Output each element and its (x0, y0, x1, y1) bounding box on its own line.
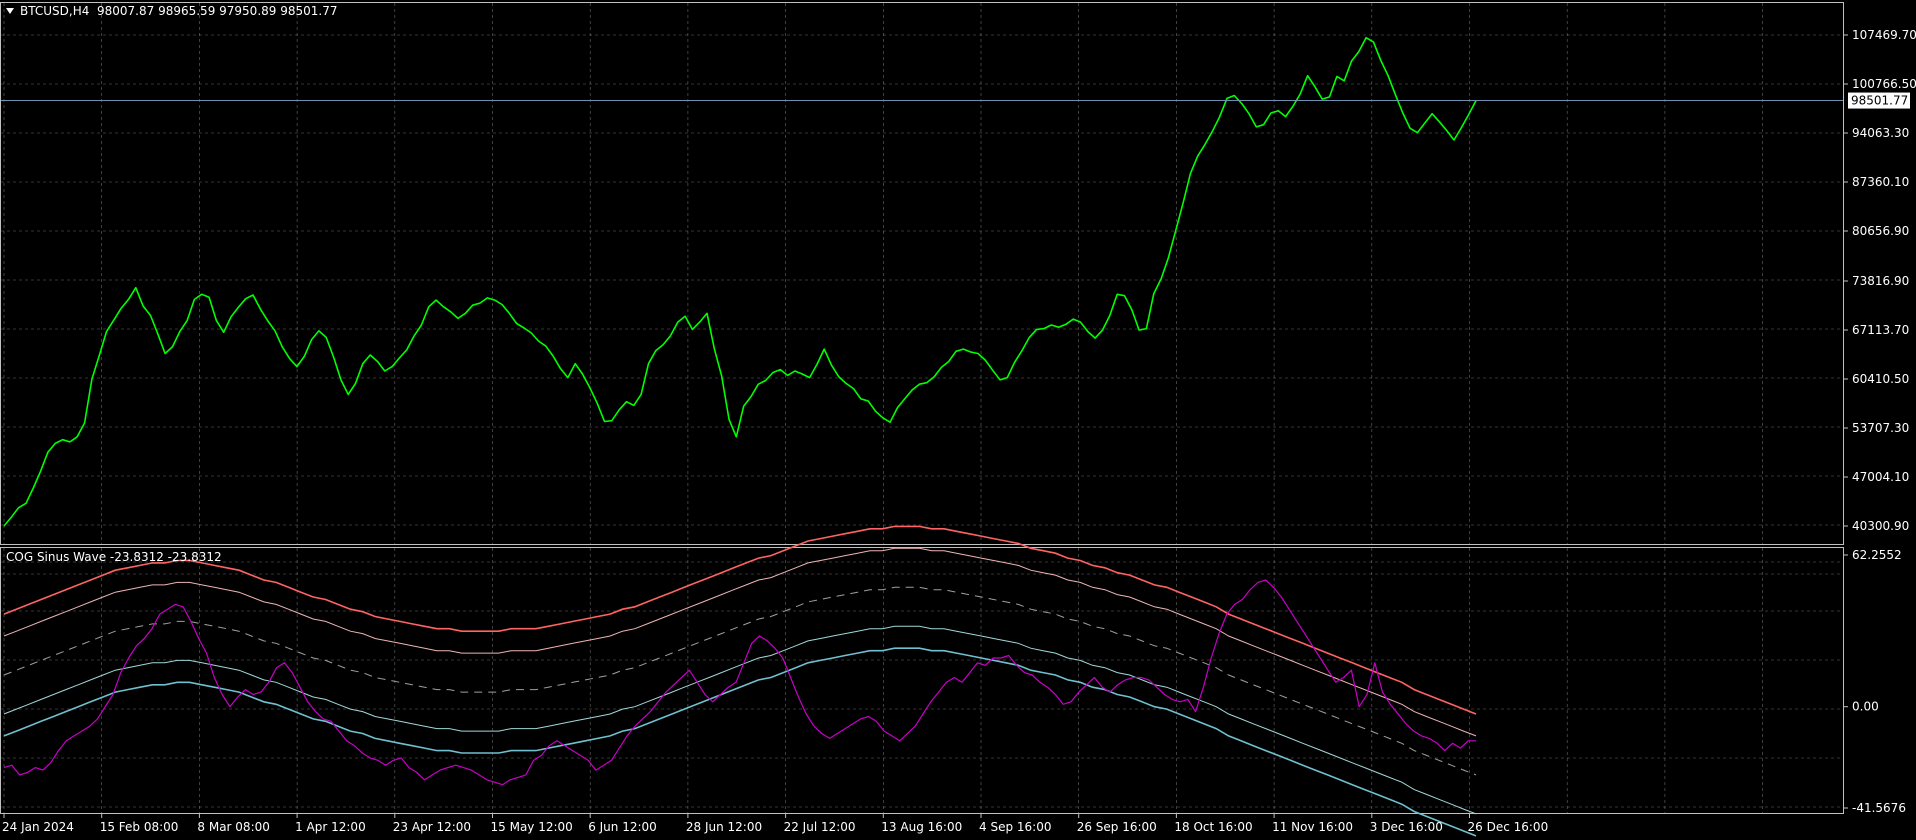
current-price-label: 98501.77 (1851, 94, 1908, 108)
time-label: 6 Jun 12:00 (588, 820, 657, 834)
indicator-tick-label: -41.5676 (1852, 801, 1906, 815)
time-label: 15 Feb 08:00 (100, 820, 179, 834)
time-label: 22 Jul 12:00 (784, 820, 856, 834)
price-tick-label: 73816.90 (1852, 274, 1909, 288)
band-lower (3, 647, 1477, 837)
chart-canvas[interactable]: 107469.70 100766.50 94063.30 87360.10 80656.… (0, 0, 1916, 840)
time-label: 4 Sep 16:00 (979, 820, 1051, 834)
time-label: 26 Sep 16:00 (1077, 820, 1157, 834)
time-label: 26 Dec 16:00 (1468, 820, 1549, 834)
indicator-tick-label: 62.2552 (1852, 548, 1902, 562)
indicator-title: COG Sinus Wave -23.8312 -23.8312 (6, 550, 222, 564)
time-label: 18 Oct 16:00 (1174, 820, 1252, 834)
time-label: 11 Nov 16:00 (1272, 820, 1353, 834)
price-series-path (3, 36, 1477, 527)
indicator-tick-label: 0.00 (1852, 700, 1879, 714)
time-label: 8 Mar 08:00 (197, 820, 270, 834)
price-tick-label: 100766.50 (1852, 77, 1916, 91)
price-tick-label: 94063.30 (1852, 126, 1909, 140)
indicator-header: COG Sinus Wave -23.8312 -23.8312 (6, 550, 222, 564)
time-label: 28 Jun 12:00 (686, 820, 762, 834)
symbol-timeframe: BTCUSD,H4 (20, 4, 90, 18)
ohlc-values: 98007.87 98965.59 97950.89 98501.77 (97, 4, 338, 18)
sinus-wave-bands (3, 525, 1477, 837)
chart-header: BTCUSD,H4 98007.87 98965.59 97950.89 985… (6, 4, 337, 18)
price-line (3, 36, 1477, 527)
price-tick-label: 107469.70 (1852, 28, 1916, 42)
price-tick-label: 53707.30 (1852, 421, 1909, 435)
price-tick-label: 47004.10 (1852, 470, 1909, 484)
price-tick-label: 40300.90 (1852, 519, 1909, 533)
time-axis[interactable]: 24 Jan 2024 15 Feb 08:00 8 Mar 08:00 1 Apr … (2, 813, 1548, 834)
time-label: 24 Jan 2024 (2, 820, 74, 834)
indicator-axis[interactable]: 62.2552 0.00 -41.5676 (1843, 548, 1906, 815)
price-axis[interactable]: 107469.70 100766.50 94063.30 87360.10 80656.… (1843, 28, 1916, 533)
time-label: 13 Aug 16:00 (881, 820, 962, 834)
grid (1, 3, 1843, 813)
price-tick-label: 80656.90 (1852, 224, 1909, 238)
price-tick-label: 87360.10 (1852, 175, 1909, 189)
time-label: 1 Apr 12:00 (295, 820, 366, 834)
time-label: 15 May 12:00 (491, 820, 573, 834)
chart-menu-triangle-icon[interactable] (6, 8, 14, 14)
time-label: 23 Apr 12:00 (393, 820, 471, 834)
price-tick-label: 60410.50 (1852, 372, 1909, 386)
band-lower-inner (3, 625, 1477, 815)
band-upper-inner (3, 547, 1477, 737)
time-label: 3 Dec 16:00 (1370, 820, 1443, 834)
price-tick-label: 67113.70 (1852, 323, 1909, 337)
